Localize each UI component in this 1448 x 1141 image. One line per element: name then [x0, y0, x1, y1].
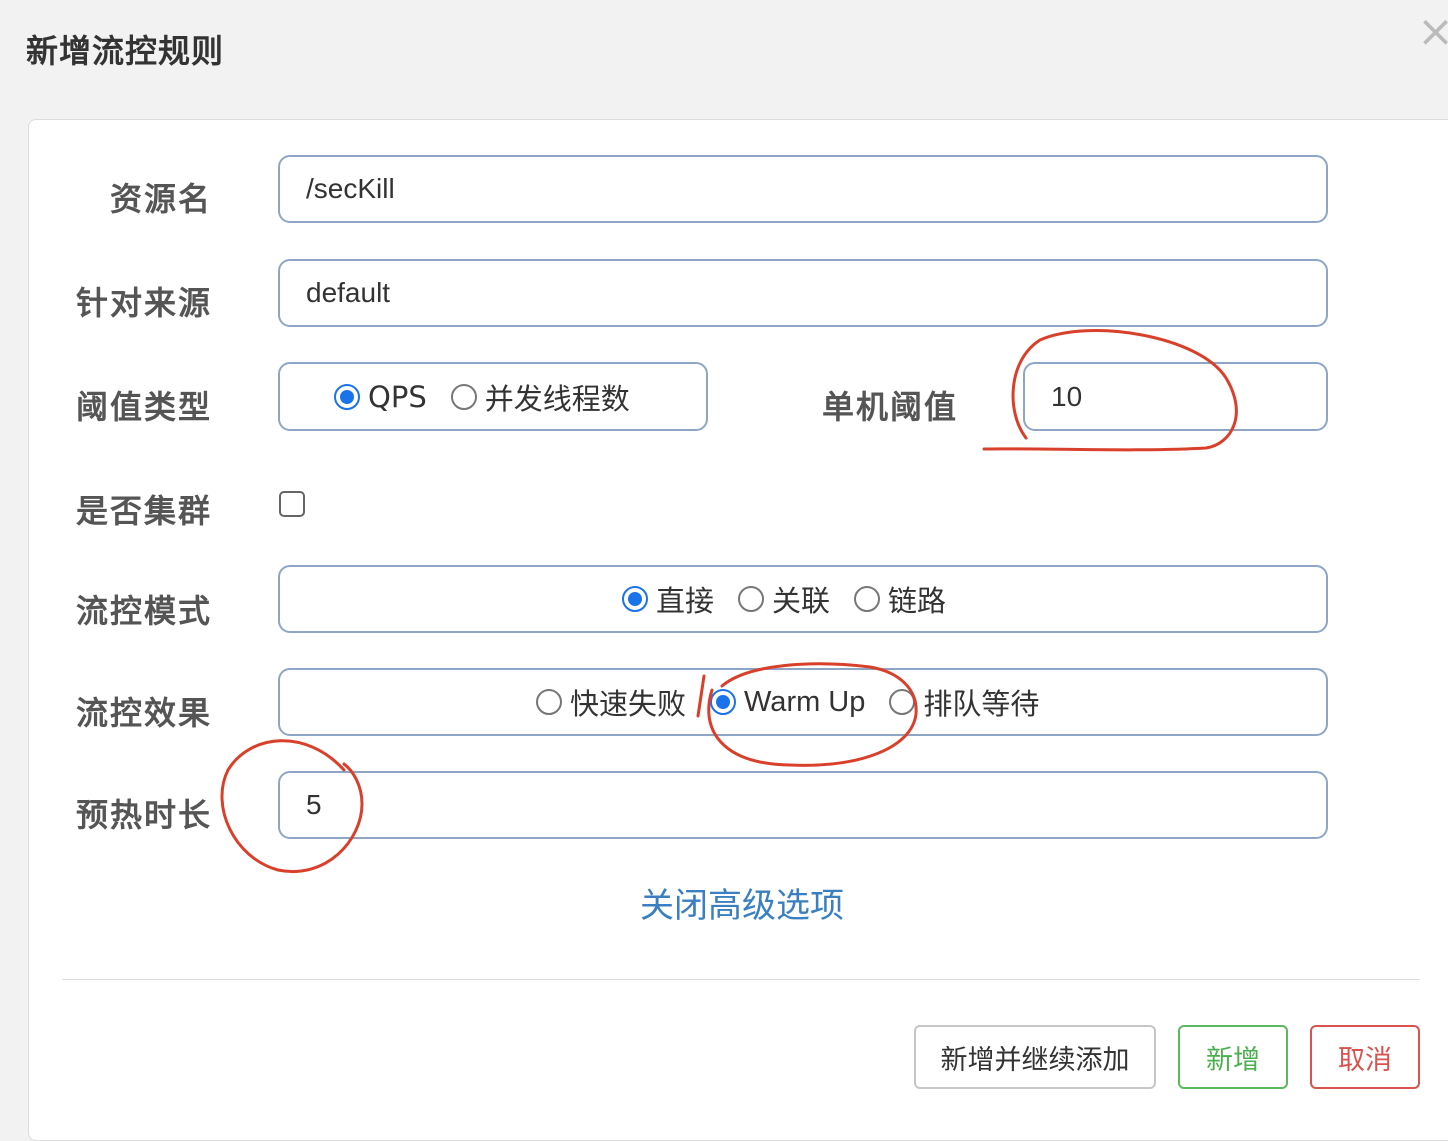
single-threshold-value: 10 — [1051, 380, 1083, 412]
add-button[interactable]: 新增 — [1178, 1025, 1288, 1089]
threshold-type-threads[interactable]: 并发线程数 — [450, 376, 630, 418]
control-effect-queue[interactable]: 排队等待 — [889, 681, 1039, 723]
radio-unchecked-icon — [536, 689, 562, 715]
resource-input-value: /secKill — [306, 173, 395, 204]
threshold-type-group: QPS 并发线程数 — [278, 362, 708, 431]
warmup-period-label: 预热时长 — [76, 796, 213, 834]
footer-divider — [62, 979, 1420, 980]
warmup-period-input[interactable]: 5 — [278, 771, 1328, 839]
control-effect-fast-fail[interactable]: 快速失败 — [536, 681, 686, 723]
control-effect-warm-up[interactable]: Warm Up — [710, 686, 865, 719]
resource-input[interactable]: /secKill — [278, 155, 1328, 223]
resource-label: 资源名 — [110, 180, 213, 218]
control-mode-label: 流控模式 — [76, 592, 213, 630]
threshold-type-qps[interactable]: QPS — [334, 380, 427, 414]
close-advanced-options-link[interactable]: 关闭高级选项 — [640, 878, 844, 927]
radio-checked-icon — [710, 689, 737, 715]
single-threshold-input[interactable]: 10 — [1023, 362, 1328, 431]
radio-unchecked-icon — [738, 586, 765, 612]
control-mode-group: 直接 关联 链路 — [278, 565, 1328, 633]
source-label: 针对来源 — [76, 284, 213, 322]
close-icon[interactable]: × — [1417, 10, 1448, 54]
source-input-value: default — [306, 277, 391, 308]
control-mode-chain[interactable]: 链路 — [854, 578, 946, 620]
cluster-label: 是否集群 — [76, 492, 213, 530]
single-threshold-label: 单机阈值 — [822, 388, 959, 426]
radio-checked-icon — [622, 586, 648, 612]
threshold-type-label: 阈值类型 — [76, 388, 213, 426]
source-input[interactable]: default — [278, 259, 1328, 327]
control-mode-direct[interactable]: 直接 — [622, 578, 714, 620]
warmup-period-value: 5 — [306, 789, 322, 820]
radio-unchecked-icon — [450, 383, 477, 410]
cluster-checkbox[interactable] — [279, 491, 305, 517]
add-and-continue-button[interactable]: 新增并继续添加 — [914, 1025, 1156, 1089]
radio-unchecked-icon — [854, 586, 881, 612]
control-effect-group: 快速失败 Warm Up 排队等待 — [278, 668, 1328, 736]
dialog-header: 新增流控规则 × — [0, 0, 1448, 118]
radio-unchecked-icon — [889, 689, 916, 715]
cancel-button[interactable]: 取消 — [1310, 1025, 1420, 1089]
control-effect-label: 流控效果 — [76, 694, 213, 732]
radio-checked-icon — [334, 383, 360, 410]
dialog-title: 新增流控规则 — [26, 32, 225, 70]
control-mode-related[interactable]: 关联 — [738, 578, 830, 620]
